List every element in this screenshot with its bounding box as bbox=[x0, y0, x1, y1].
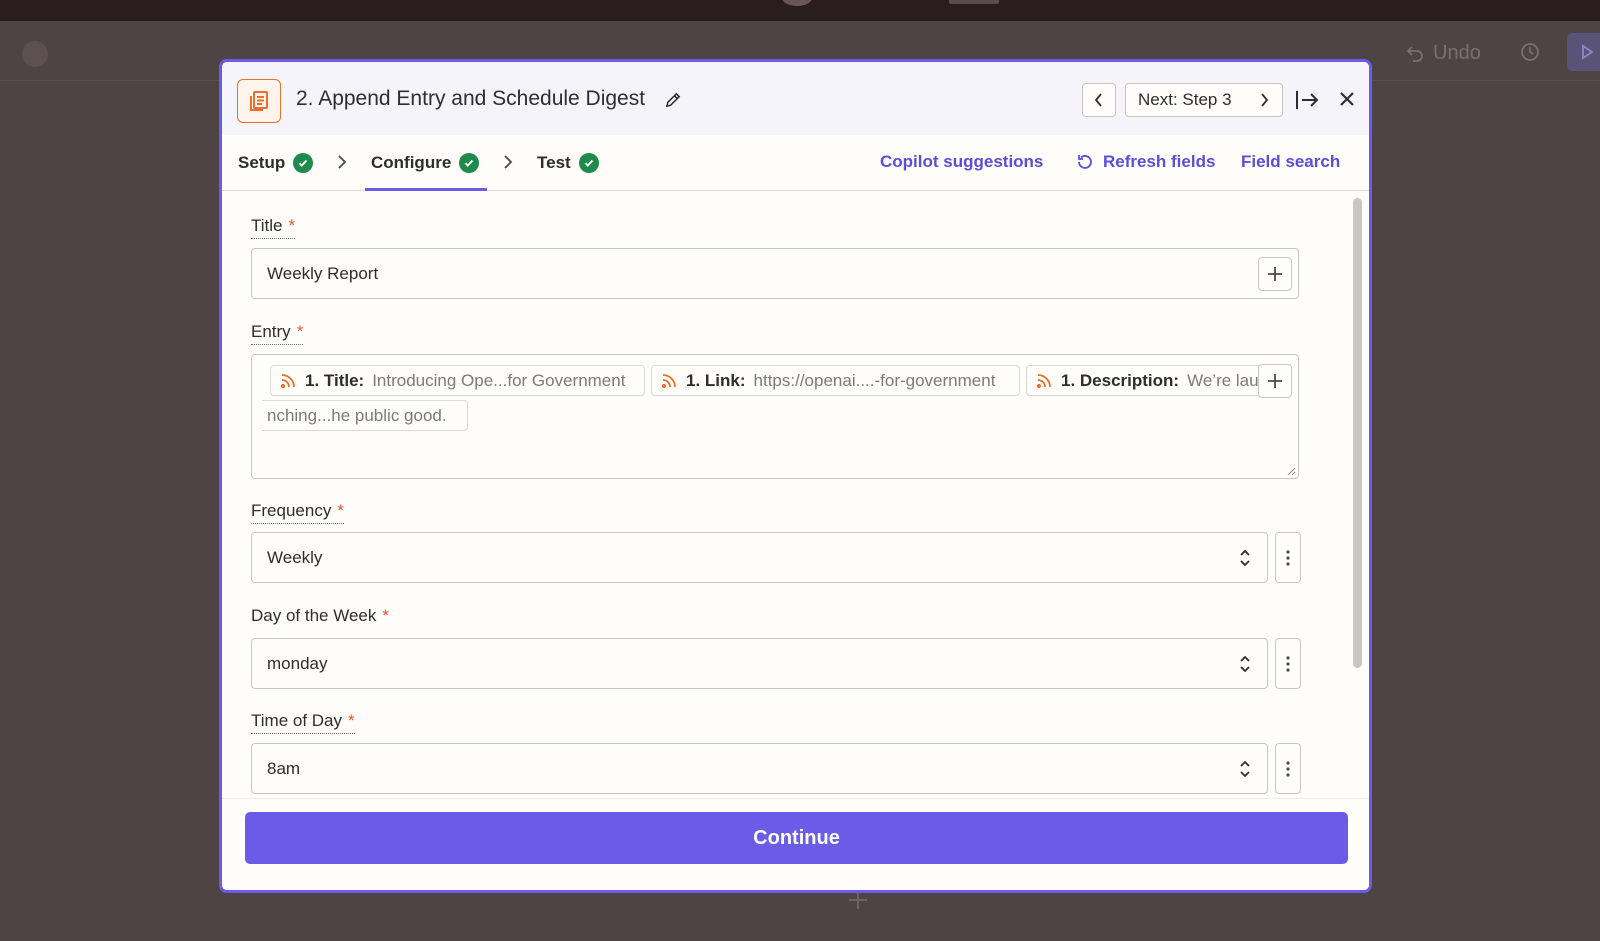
day-of-week-value: monday bbox=[267, 653, 328, 673]
play-icon bbox=[1582, 44, 1594, 60]
time-of-day-value: 8am bbox=[267, 758, 301, 778]
entry-pill-link[interactable]: 1. Link: https://openai....-for-governme… bbox=[651, 365, 1020, 396]
refresh-fields-label: Refresh fields bbox=[1103, 152, 1216, 171]
rss-icon bbox=[280, 373, 295, 388]
publish-button bbox=[1567, 33, 1600, 71]
more-options-button[interactable] bbox=[1275, 532, 1301, 583]
time-of-day-select[interactable]: 8am bbox=[251, 743, 1268, 794]
title-label: Title * bbox=[251, 216, 296, 239]
refresh-fields-button[interactable]: Refresh fields bbox=[1075, 152, 1215, 172]
chevron-right-icon bbox=[338, 155, 347, 169]
refresh-icon bbox=[1078, 155, 1092, 169]
kebab-menu-icon bbox=[1286, 549, 1290, 566]
frequency-label: Frequency * bbox=[251, 501, 344, 524]
next-step-label: Next: Step 3 bbox=[1138, 90, 1232, 109]
plus-icon bbox=[1268, 267, 1282, 281]
digest-app-icon bbox=[237, 79, 281, 123]
avatar bbox=[782, 0, 812, 6]
chevron-right-icon bbox=[1261, 93, 1269, 107]
editor-topbar bbox=[0, 0, 1600, 21]
check-circle-icon bbox=[293, 153, 314, 173]
plus-icon bbox=[1268, 374, 1282, 388]
more-options-button[interactable] bbox=[1275, 638, 1301, 689]
chevron-up-down-icon bbox=[1240, 760, 1250, 777]
resize-grip-icon[interactable] bbox=[1286, 466, 1296, 476]
check-circle-icon bbox=[578, 153, 599, 173]
pill-key: 1. Title: bbox=[305, 370, 365, 390]
next-step-button[interactable]: Next: Step 3 bbox=[1125, 83, 1283, 117]
undo-button: Undo bbox=[1405, 36, 1481, 70]
tab-test-label: Test bbox=[537, 153, 571, 172]
insert-data-button[interactable] bbox=[1258, 257, 1292, 291]
step-config-modal: 2. Append Entry and Schedule Digest Next… bbox=[219, 59, 1372, 893]
title-input[interactable]: Weekly Report bbox=[251, 248, 1299, 299]
undo-label: Undo bbox=[1433, 41, 1481, 64]
chevron-right-icon bbox=[504, 155, 513, 169]
kebab-menu-icon bbox=[1286, 655, 1290, 672]
modal-header: 2. Append Entry and Schedule Digest Next… bbox=[222, 62, 1369, 135]
entry-pill-title[interactable]: 1. Title: Introducing Ope...for Governme… bbox=[270, 365, 645, 396]
title-value: Weekly Report bbox=[267, 263, 379, 283]
insert-data-button[interactable] bbox=[1258, 364, 1292, 398]
frequency-label-text: Frequency bbox=[251, 501, 332, 520]
tab-configure[interactable]: Configure bbox=[364, 135, 488, 191]
entry-pill-description[interactable]: 1. Description: We’re lau bbox=[1026, 365, 1260, 396]
pill-value: We’re lau bbox=[1187, 370, 1259, 390]
kebab-menu-icon bbox=[1286, 760, 1290, 777]
scrollbar-thumb[interactable] bbox=[1353, 198, 1362, 668]
copilot-suggestions-link[interactable]: Copilot suggestions bbox=[880, 152, 1043, 172]
tab-test[interactable]: Test bbox=[537, 135, 599, 191]
chevron-up-down-icon bbox=[1240, 549, 1250, 566]
more-options-button[interactable] bbox=[1275, 743, 1301, 794]
tab-configure-label: Configure bbox=[371, 153, 452, 172]
day-of-week-label-text: Day of the Week bbox=[251, 606, 377, 625]
form-body[interactable]: Title * Weekly Report Entry * 1. Title: In… bbox=[222, 192, 1369, 798]
modal-title: 2. Append Entry and Schedule Digest bbox=[296, 87, 646, 110]
time-of-day-label: Time of Day * bbox=[251, 711, 355, 734]
editor-logo bbox=[22, 41, 48, 67]
time-of-day-label-text: Time of Day bbox=[251, 711, 343, 730]
frequency-value: Weekly bbox=[267, 547, 323, 567]
topbar-chip bbox=[949, 0, 999, 4]
frequency-select[interactable]: Weekly bbox=[251, 532, 1268, 583]
check-circle-icon bbox=[459, 153, 480, 173]
required-marker: * bbox=[382, 606, 389, 625]
close-icon[interactable] bbox=[1337, 89, 1357, 109]
entry-pill-description-wrap[interactable]: nching...he public good. bbox=[262, 400, 468, 431]
entry-label-text: Entry bbox=[251, 322, 291, 341]
pill-value: nching...he public good. bbox=[267, 405, 447, 425]
entry-textarea[interactable]: 1. Title: Introducing Ope...for Governme… bbox=[251, 354, 1299, 479]
title-label-text: Title bbox=[251, 216, 283, 235]
modal-footer: Continue bbox=[222, 798, 1369, 890]
required-marker: * bbox=[288, 216, 296, 235]
entry-label: Entry * bbox=[251, 322, 304, 345]
continue-button[interactable]: Continue bbox=[245, 812, 1348, 864]
pill-key: 1. Description: bbox=[1061, 370, 1180, 390]
pill-key: 1. Link: bbox=[686, 370, 746, 390]
undo-icon bbox=[1406, 46, 1423, 62]
required-marker: * bbox=[296, 322, 304, 341]
tab-setup-label: Setup bbox=[238, 153, 286, 172]
previous-step-button[interactable] bbox=[1082, 83, 1116, 117]
field-search-link[interactable]: Field search bbox=[1241, 152, 1340, 172]
pill-value: Introducing Ope...for Government bbox=[372, 370, 626, 390]
pill-value: https://openai....-for-government bbox=[753, 370, 996, 390]
day-of-week-label: Day of the Week * bbox=[251, 606, 389, 628]
chevron-up-down-icon bbox=[1240, 655, 1250, 672]
day-of-week-select[interactable]: monday bbox=[251, 638, 1268, 689]
rss-icon bbox=[661, 373, 676, 388]
chevron-left-icon bbox=[1094, 93, 1102, 107]
tab-setup[interactable]: Setup bbox=[238, 135, 314, 191]
pencil-icon[interactable] bbox=[664, 90, 683, 109]
arrow-right-to-bar-icon[interactable] bbox=[1294, 88, 1320, 112]
rss-icon bbox=[1036, 373, 1051, 388]
step-tabs: Setup Configure Test Copilot suggestions… bbox=[222, 135, 1369, 191]
required-marker: * bbox=[348, 711, 355, 730]
required-marker: * bbox=[337, 501, 344, 520]
history-icon bbox=[1521, 43, 1539, 61]
